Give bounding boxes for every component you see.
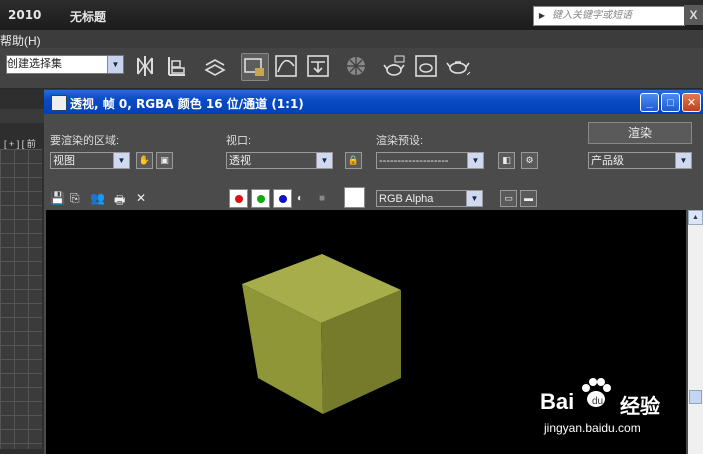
area-dropdown[interactable]: 视图 ▼ (50, 152, 130, 169)
paw-icon: du (582, 378, 611, 407)
search-placeholder: 键入关键字或短语 (552, 10, 632, 21)
watermark-url: jingyan.baidu.com (544, 421, 641, 435)
chevron-down-icon[interactable]: ▼ (107, 56, 123, 73)
app-close-button[interactable]: X (684, 5, 703, 25)
quality-dropdown[interactable]: 产品级 ▼ (588, 152, 692, 169)
quality-value: 产品级 (591, 155, 624, 167)
blue-channel-toggle[interactable] (273, 189, 292, 208)
channel-dropdown[interactable]: RGB Alpha ▼ (376, 190, 483, 207)
quick-render-icon[interactable] (445, 53, 471, 79)
viewport-grid[interactable] (0, 149, 42, 449)
viewport-dropdown[interactable]: 透视 ▼ (226, 152, 333, 169)
lock-icon[interactable]: 🔒 (345, 152, 362, 169)
viewport-header (0, 109, 44, 123)
align-icon[interactable] (164, 53, 190, 79)
preset-settings-icon[interactable]: ⚙ (521, 152, 538, 169)
preset-value: ------------------- (379, 155, 449, 167)
viewport-value: 透视 (229, 155, 251, 167)
material-editor-icon[interactable] (343, 53, 369, 79)
area-label: 要渲染的区域: (50, 135, 120, 147)
background-color-swatch[interactable] (344, 187, 365, 208)
render-window-title: 透视, 帧 0, RGBA 颜色 16 位/通道 (1:1) (70, 97, 304, 111)
chevron-down-icon[interactable]: ▼ (675, 153, 691, 168)
clear-icon[interactable]: ✕ (136, 191, 146, 205)
selection-set-dropdown[interactable]: 创建选择集 ▼ (6, 55, 124, 74)
alpha-channel-icon[interactable]: ◐ (297, 193, 303, 204)
schematic-view-icon[interactable] (305, 53, 331, 79)
channel-value: RGB Alpha (379, 193, 434, 205)
document-title: 无标题 (70, 10, 107, 24)
render-setup-icon[interactable] (241, 53, 269, 81)
copy-icon[interactable]: ⎘ (70, 191, 80, 206)
search-input[interactable]: ▶ 键入关键字或短语 (533, 6, 685, 26)
watermark-brand-cn: 经验 (620, 396, 660, 418)
chevron-down-icon[interactable]: ▼ (467, 153, 483, 168)
render-button[interactable]: 渲染 (588, 122, 692, 144)
watermark-brand: Bai (540, 389, 575, 414)
chevron-down-icon[interactable]: ▼ (466, 191, 482, 206)
svg-text:du: du (592, 396, 603, 407)
preset-load-icon[interactable]: ◧ (498, 152, 515, 169)
rendered-frame-window-icon[interactable] (413, 53, 439, 79)
app-version: 2010 (8, 8, 42, 22)
selection-set-value: 创建选择集 (7, 58, 62, 70)
preset-dropdown[interactable]: ------------------- ▼ (376, 152, 484, 169)
render-teapot-icon[interactable] (381, 53, 407, 79)
scroll-up-icon[interactable]: ▲ (688, 210, 703, 225)
green-channel-toggle[interactable] (251, 189, 270, 208)
left-viewport[interactable]: [ + ] [ 前 (0, 89, 44, 454)
display-channel-icon[interactable]: ▭ (500, 190, 517, 207)
menu-help[interactable]: 帮助(H) (0, 32, 41, 49)
viewport-label-text: 视口: (226, 135, 252, 147)
render-window-title-bar[interactable]: 透视, 帧 0, RGBA 颜色 16 位/通道 (1:1) _ □ ✕ (44, 90, 703, 114)
chevron-down-icon[interactable]: ▼ (316, 153, 332, 168)
monochrome-icon[interactable]: ■ (319, 193, 325, 204)
save-icon[interactable]: 💾 (50, 191, 65, 205)
preset-label: 渲染预设: (376, 135, 424, 147)
close-button[interactable]: ✕ (682, 93, 701, 112)
chevron-down-icon[interactable]: ▼ (113, 153, 129, 168)
baidu-watermark: Bai du 经验 jingyan.baidu.com (540, 375, 700, 437)
menu-bar: 帮助(H) (0, 30, 703, 48)
search-arrow-icon[interactable]: ▶ (536, 7, 548, 25)
print-icon[interactable]: 🖶 (114, 191, 125, 212)
app-logo-icon (51, 95, 67, 111)
area-value: 视图 (53, 155, 75, 167)
maximize-button[interactable]: □ (661, 93, 680, 112)
toggle-ui-icon[interactable]: ▬ (520, 190, 537, 207)
app-title-bar: 2010 无标题 ▶ 键入关键字或短语 X (0, 0, 703, 30)
curve-editor-icon[interactable] (273, 53, 299, 79)
layer-manager-icon[interactable] (202, 53, 228, 79)
red-channel-toggle[interactable] (229, 189, 248, 208)
mirror-icon[interactable] (132, 53, 158, 79)
region-select-icon[interactable]: ▣ (156, 152, 173, 169)
pan-hand-icon[interactable]: ✋ (136, 152, 153, 169)
minimize-button[interactable]: _ (640, 93, 659, 112)
main-toolbar: 创建选择集 ▼ (0, 48, 703, 89)
clone-window-icon[interactable]: 👥 (90, 191, 105, 205)
